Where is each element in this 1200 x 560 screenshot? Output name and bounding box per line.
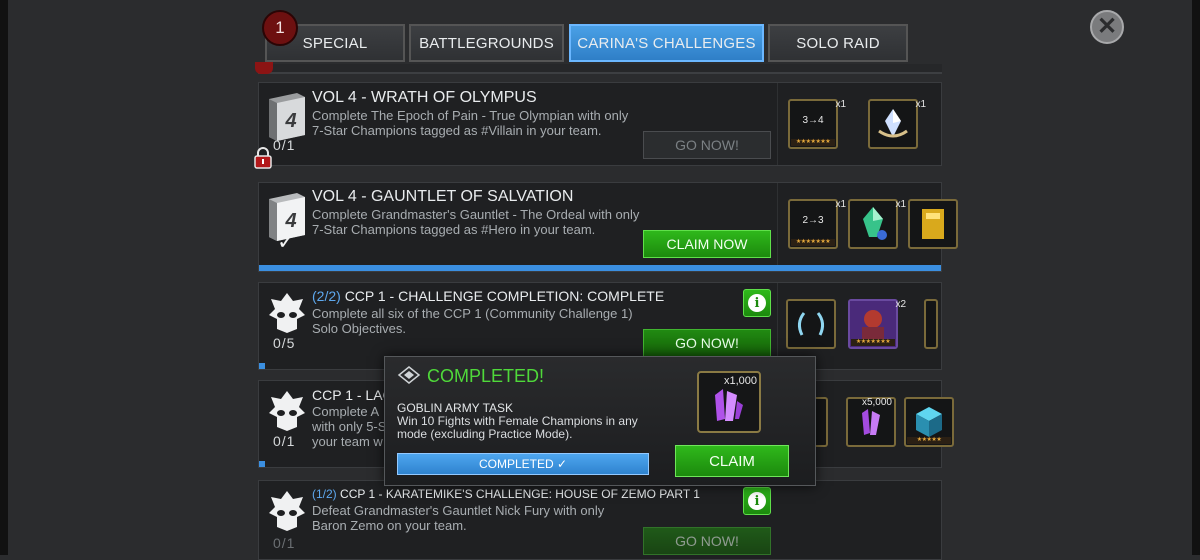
lock-icon: [254, 147, 272, 169]
reward-item[interactable]: x5,000: [846, 397, 896, 447]
skull-icon: [269, 491, 305, 531]
popup-task-name: GOBLIN ARMY TASK: [397, 401, 514, 415]
checkmark-icon: ✓: [277, 229, 296, 254]
reward-item[interactable]: [908, 199, 958, 249]
quest-progress-bar: [259, 363, 265, 369]
reward-item[interactable]: x2 ★★★★★★★: [848, 299, 906, 349]
popup-completed-bar: COMPLETED ✓: [397, 453, 649, 475]
goblin-army-icon: [397, 366, 421, 384]
popup-task-description: Win 10 Fights with Female Champions in a…: [397, 414, 638, 441]
right-edge: [1192, 0, 1200, 555]
info-button[interactable]: i: [743, 289, 771, 317]
quest-title: (1/2) CCP 1 - KARATEMIKE'S CHALLENGE: HO…: [312, 487, 700, 501]
star-rating-icon: ★★★★★: [907, 437, 951, 444]
reward-item[interactable]: [924, 299, 938, 349]
svg-text:4: 4: [284, 110, 296, 132]
reward-item[interactable]: [786, 299, 836, 349]
quest-title: VOL 4 - GAUNTLET OF SALVATION: [312, 188, 574, 205]
tab-battlegrounds[interactable]: BATTLEGROUNDS: [409, 24, 564, 62]
reward-item[interactable]: 3→4 x1 ★★★★★★★: [788, 99, 846, 149]
tab-solo-raid[interactable]: SOLO RAID: [768, 24, 908, 62]
quest-description: Complete The Epoch of Pain - True Olympi…: [312, 108, 629, 138]
crystal-icon: [878, 109, 908, 138]
quest-progress: 0/1: [273, 433, 296, 449]
crystal-icon: [863, 207, 887, 240]
quest-description: Complete all six of the CCP 1 (Community…: [312, 306, 633, 336]
checkmark-icon: ✓: [556, 457, 568, 471]
go-now-button[interactable]: GO NOW!: [643, 131, 771, 159]
star-rating-icon: ★★★★★★★: [851, 339, 895, 346]
reward-item[interactable]: x1: [868, 99, 926, 149]
lock-icon: [255, 62, 273, 74]
quest-title: (2/2) CCP 1 - CHALLENGE COMPLETION: COMP…: [312, 288, 665, 304]
info-icon: i: [748, 294, 766, 312]
skull-icon: [269, 293, 305, 333]
claim-button[interactable]: CLAIM: [675, 445, 789, 477]
go-now-button[interactable]: GO NOW!: [643, 329, 771, 357]
quest-progress: 0/1: [273, 535, 296, 551]
close-x-icon: ✕: [1096, 13, 1118, 40]
book-icon: 4: [269, 93, 305, 141]
quest-card-gauntlet-of-salvation: 4 ✓ VOL 4 - GAUNTLET OF SALVATION Comple…: [258, 182, 958, 272]
info-icon: i: [748, 492, 766, 510]
quest-progress-bar: [259, 265, 941, 271]
star-rating-icon: ★★★★★★★: [791, 139, 835, 146]
quest-card-wrath-of-olympus: 4 0/1 VOL 4 - WRATH OF OLYMPUS Complete …: [254, 82, 942, 169]
info-button[interactable]: i: [743, 487, 771, 515]
left-edge: [0, 0, 8, 555]
reward-strip: 2→3 x1 ★★★★★★★ x1: [777, 183, 958, 271]
completed-popup: COMPLETED! GOBLIN ARMY TASK Win 10 Fight…: [384, 356, 816, 486]
previous-quest-edge: [258, 64, 942, 74]
quest-description: Defeat Grandmaster's Gauntlet Nick Fury …: [312, 503, 605, 533]
quest-card-house-of-zemo: 0/1 (1/2) CCP 1 - KARATEMIKE'S CHALLENGE…: [258, 480, 942, 560]
laurel-icon: [797, 312, 825, 336]
quest-title: VOL 4 - WRATH OF OLYMPUS: [312, 89, 537, 106]
popup-reward-item[interactable]: x1,000: [697, 371, 761, 433]
close-button[interactable]: ✕: [1090, 10, 1124, 44]
claim-now-button[interactable]: CLAIM NOW: [643, 230, 771, 258]
quest-description: Complete Grandmaster's Gauntlet - The Or…: [312, 207, 640, 237]
quest-progress: 0/5: [273, 335, 296, 351]
quest-progress: 0/1: [273, 137, 296, 153]
reward-item[interactable]: ★★★★★: [904, 397, 954, 447]
go-now-button[interactable]: GO NOW!: [643, 527, 771, 555]
reward-item[interactable]: x1: [848, 199, 906, 249]
reward-strip: 3→4 x1 ★★★★★★★ x1: [777, 83, 941, 165]
reward-item[interactable]: 2→3 x1 ★★★★★★★: [788, 199, 846, 249]
quest-progress-bar: [259, 461, 265, 467]
gold-crystal-icon: [922, 209, 944, 239]
tab-carinas-challenges[interactable]: CARINA'S CHALLENGES: [569, 24, 764, 62]
notification-badge: 1: [262, 10, 298, 46]
popup-title: COMPLETED!: [427, 366, 545, 386]
star-rating-icon: ★★★★★★★: [791, 239, 835, 246]
skull-icon: [269, 391, 305, 431]
